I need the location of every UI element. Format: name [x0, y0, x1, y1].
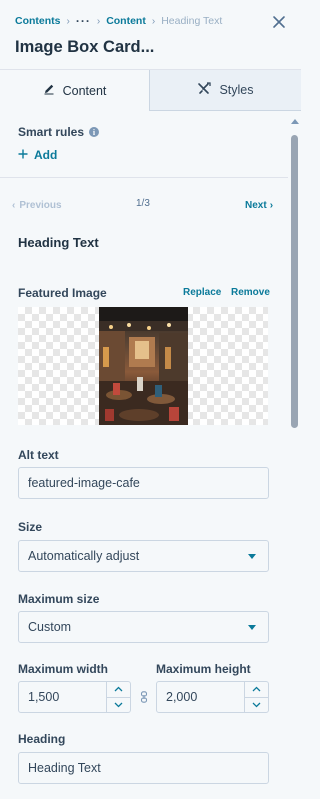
content-scroll-area: Smart rules i Add ‹ Previous 1/3 Next › … — [0, 111, 288, 799]
heading-label: Heading — [18, 732, 66, 746]
caret-down-icon — [248, 625, 256, 630]
smart-rules-label: Smart rules — [18, 125, 85, 139]
tab-styles-label: Styles — [219, 83, 254, 97]
decrement-button[interactable] — [245, 696, 268, 713]
panel-tabs: Content Styles — [0, 70, 301, 111]
alt-text-value: featured-image-cafe — [28, 476, 140, 490]
featured-image-label: Featured Image — [18, 286, 107, 300]
max-height-label: Maximum height — [156, 662, 251, 676]
close-icon[interactable] — [269, 12, 289, 32]
divider — [0, 177, 288, 178]
item-title: Heading Text — [18, 235, 99, 250]
replace-image-link[interactable]: Replace — [183, 287, 221, 298]
max-size-value: Custom — [28, 620, 72, 634]
max-height-input[interactable]: 2,000 — [156, 681, 269, 713]
max-height-stepper — [244, 682, 268, 712]
remove-image-link[interactable]: Remove — [231, 287, 270, 298]
breadcrumb: Contents › ··· › Content › Heading Text — [15, 14, 222, 28]
breadcrumb-separator-icon: › — [66, 15, 70, 27]
max-width-value: 1,500 — [28, 690, 60, 704]
max-width-input[interactable]: 1,500 — [18, 681, 131, 713]
size-label: Size — [18, 520, 43, 534]
pager-count: 1/3 — [136, 198, 150, 209]
alt-text-label: Alt text — [18, 448, 59, 462]
tab-content-label: Content — [62, 83, 107, 98]
info-icon[interactable]: i — [89, 127, 100, 137]
pencil-icon — [43, 83, 55, 98]
scrollbar-thumb[interactable] — [291, 135, 298, 428]
max-width-label: Maximum width — [18, 662, 109, 676]
add-label: Add — [34, 148, 58, 162]
heading-input[interactable]: Heading Text — [18, 752, 269, 784]
featured-image-preview[interactable] — [18, 307, 268, 425]
styles-icon — [197, 82, 212, 98]
size-value: Automatically adjust — [28, 549, 140, 563]
panel-header: Contents › ··· › Content › Heading Text … — [0, 0, 301, 70]
plus-icon — [18, 148, 28, 162]
breadcrumb-ellipsis-button[interactable]: ··· — [76, 14, 91, 28]
breadcrumb-content-link[interactable]: Content — [106, 15, 146, 27]
chevron-right-icon: › — [269, 200, 274, 211]
increment-button[interactable] — [245, 682, 268, 697]
max-height-value: 2,000 — [166, 690, 198, 704]
next-button[interactable]: Next › — [245, 200, 273, 211]
scroll-up-arrow-icon[interactable] — [291, 119, 299, 124]
chevron-left-icon: ‹ — [12, 200, 16, 211]
breadcrumb-separator-icon: › — [151, 15, 156, 27]
max-width-stepper — [106, 682, 130, 712]
max-size-label: Maximum size — [18, 592, 100, 606]
heading-value: Heading Text — [28, 761, 101, 775]
breadcrumb-contents-link[interactable]: Contents — [15, 15, 61, 27]
alt-text-input[interactable]: featured-image-cafe — [18, 467, 269, 499]
caret-down-icon — [248, 554, 256, 559]
max-size-select[interactable]: Custom — [18, 611, 269, 643]
previous-button[interactable]: ‹ Previous — [12, 200, 62, 211]
next-label: Next — [245, 200, 267, 211]
size-select[interactable]: Automatically adjust — [18, 540, 269, 572]
add-smart-rule-button[interactable]: Add — [18, 148, 57, 162]
tab-styles[interactable]: Styles — [150, 70, 301, 111]
previous-label: Previous — [19, 200, 62, 211]
tab-content[interactable]: Content — [0, 70, 150, 111]
decrement-button[interactable] — [107, 696, 130, 713]
scrollbar[interactable] — [288, 111, 301, 799]
breadcrumb-separator-icon: › — [96, 15, 101, 27]
link-aspect-icon[interactable] — [139, 690, 149, 703]
breadcrumb-current: Heading Text — [161, 15, 223, 27]
panel-title: Image Box Card... — [15, 38, 155, 56]
cafe-photo — [99, 307, 188, 425]
increment-button[interactable] — [107, 682, 130, 697]
smart-rules-heading: Smart rules i — [18, 125, 100, 139]
